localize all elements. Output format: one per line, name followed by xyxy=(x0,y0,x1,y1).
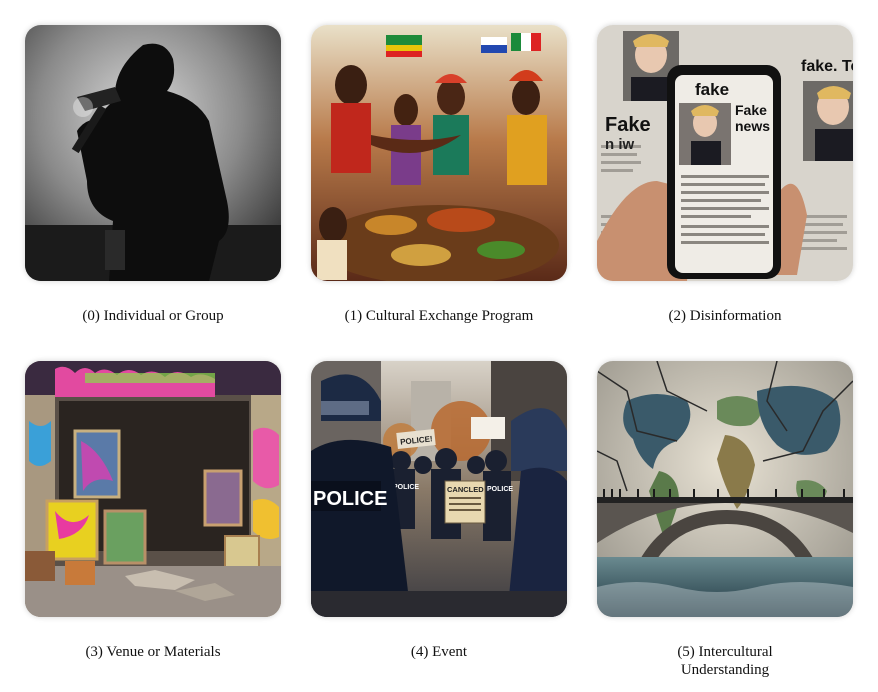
newspaper-word-1: fake. Ten xyxy=(801,58,853,75)
phone-headline-1: Fake xyxy=(735,102,767,118)
caption-line-1: (5) Intercultural xyxy=(677,644,773,660)
venue-image xyxy=(25,361,281,617)
panel-venue-or-materials xyxy=(25,361,281,617)
vest-label-small-2: POLICE xyxy=(487,486,513,493)
newspaper-word-3: n iw xyxy=(605,136,634,153)
caption-event: (4) Event xyxy=(410,644,468,660)
newspaper-word-2: Fake xyxy=(605,114,651,136)
panel-event: POLICE! POLICE POLICE CANCLED POLICE xyxy=(311,361,567,617)
panel-intercultural-understanding xyxy=(597,361,853,617)
caption-intercultural-understanding: (5) Intercultural Understanding xyxy=(597,643,853,679)
phone-word: fake xyxy=(695,80,729,99)
caption-individual-or-group: (0) Individual or Group xyxy=(82,308,224,324)
disinformation-image: fake. Ten Fake n iw fake Fake news xyxy=(597,25,853,281)
panel-disinformation: fake. Ten Fake n iw fake Fake news xyxy=(597,25,853,281)
vest-label: POLICE xyxy=(313,488,387,510)
silhouette-image xyxy=(25,25,281,281)
cultural-exchange-image xyxy=(311,25,567,281)
caption-cultural-exchange-program: (1) Cultural Exchange Program xyxy=(344,308,534,324)
event-image: POLICE! POLICE POLICE CANCLED POLICE xyxy=(311,361,567,617)
intercultural-image xyxy=(597,361,853,617)
vest-label-small-1: POLICE xyxy=(393,484,419,491)
phone-headline-2: news xyxy=(735,118,770,134)
panel-cultural-exchange xyxy=(311,25,567,281)
panel-individual-or-group xyxy=(25,25,281,281)
caption-disinformation: (2) Disinformation xyxy=(668,308,782,324)
caption-line-2: Understanding xyxy=(680,662,770,678)
caption-venue-or-materials: (3) Venue or Materials xyxy=(85,644,221,660)
cancled-sign: CANCLED xyxy=(447,485,484,494)
